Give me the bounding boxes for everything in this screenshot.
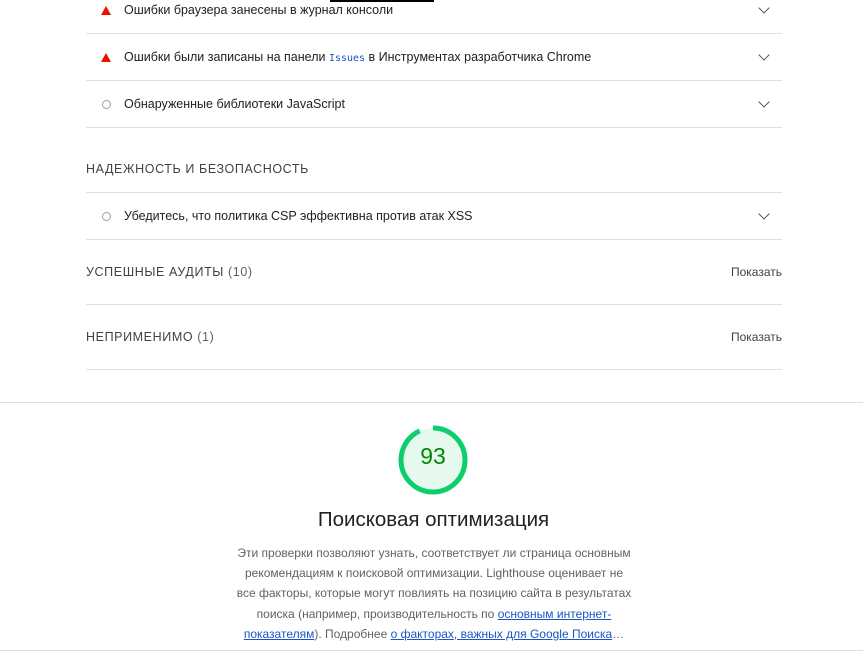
lighthouse-report: Ошибки браузера занесены в журнал консол… <box>0 0 863 652</box>
warning-triangle-icon <box>100 51 112 63</box>
audit-issues-panel[interactable]: Ошибки были записаны на панели Issues в … <box>86 34 782 81</box>
audit-title: Ошибки браузера занесены в журнал консол… <box>124 3 394 17</box>
seo-category-description: Эти проверки позволяют узнать, соответст… <box>236 546 632 641</box>
passed-audits-show-button[interactable]: Показать <box>731 265 782 279</box>
bottom-divider <box>0 650 863 651</box>
seo-category-title: Поисковая оптимизация <box>317 508 550 531</box>
audit-title: Обнаруженные библиотеки JavaScript <box>124 97 345 111</box>
audit-title: Ошибки были записаны на панели Issues в … <box>124 50 592 64</box>
section-divider <box>0 402 863 403</box>
issues-code: Issues <box>328 53 366 64</box>
trust-safety-audit-list: Убедитесь, что политика CSP эффективна п… <box>86 192 782 240</box>
neutral-circle-icon <box>100 98 112 110</box>
audit-console-errors[interactable]: Ошибки браузера занесены в журнал консол… <box>86 0 782 34</box>
warning-triangle-icon <box>100 4 112 16</box>
chevron-down-icon[interactable] <box>758 49 770 61</box>
chevron-down-icon[interactable] <box>758 2 770 14</box>
chevron-down-icon[interactable] <box>758 96 770 108</box>
not-applicable-show-button[interactable]: Показать <box>731 330 782 344</box>
passed-audits-label: УСПЕШНЫЕ АУДИТЫ (10) <box>86 265 253 279</box>
not-applicable-label: НЕПРИМЕНИМО (1) <box>86 330 215 344</box>
google-search-factors-link[interactable]: о факторах, важных для Google Поиска <box>391 627 613 641</box>
passed-audits-group[interactable]: УСПЕШНЫЕ АУДИТЫ (10) Показать <box>86 240 782 305</box>
audit-csp-xss[interactable]: Убедитесь, что политика CSP эффективна п… <box>86 193 782 240</box>
audit-js-libraries[interactable]: Обнаруженные библиотеки JavaScript <box>86 81 782 128</box>
not-applicable-group[interactable]: НЕПРИМЕНИМО (1) Показать <box>86 305 782 370</box>
seo-score-value: 93 <box>420 443 446 469</box>
chevron-down-icon[interactable] <box>758 208 770 220</box>
neutral-circle-icon <box>100 210 112 222</box>
best-practices-audit-list: Ошибки браузера занесены в журнал консол… <box>86 0 782 128</box>
audit-title: Убедитесь, что политика CSP эффективна п… <box>124 209 473 223</box>
trust-safety-group-title: НАДЕЖНОСТЬ И БЕЗОПАСНОСТЬ <box>86 162 309 176</box>
